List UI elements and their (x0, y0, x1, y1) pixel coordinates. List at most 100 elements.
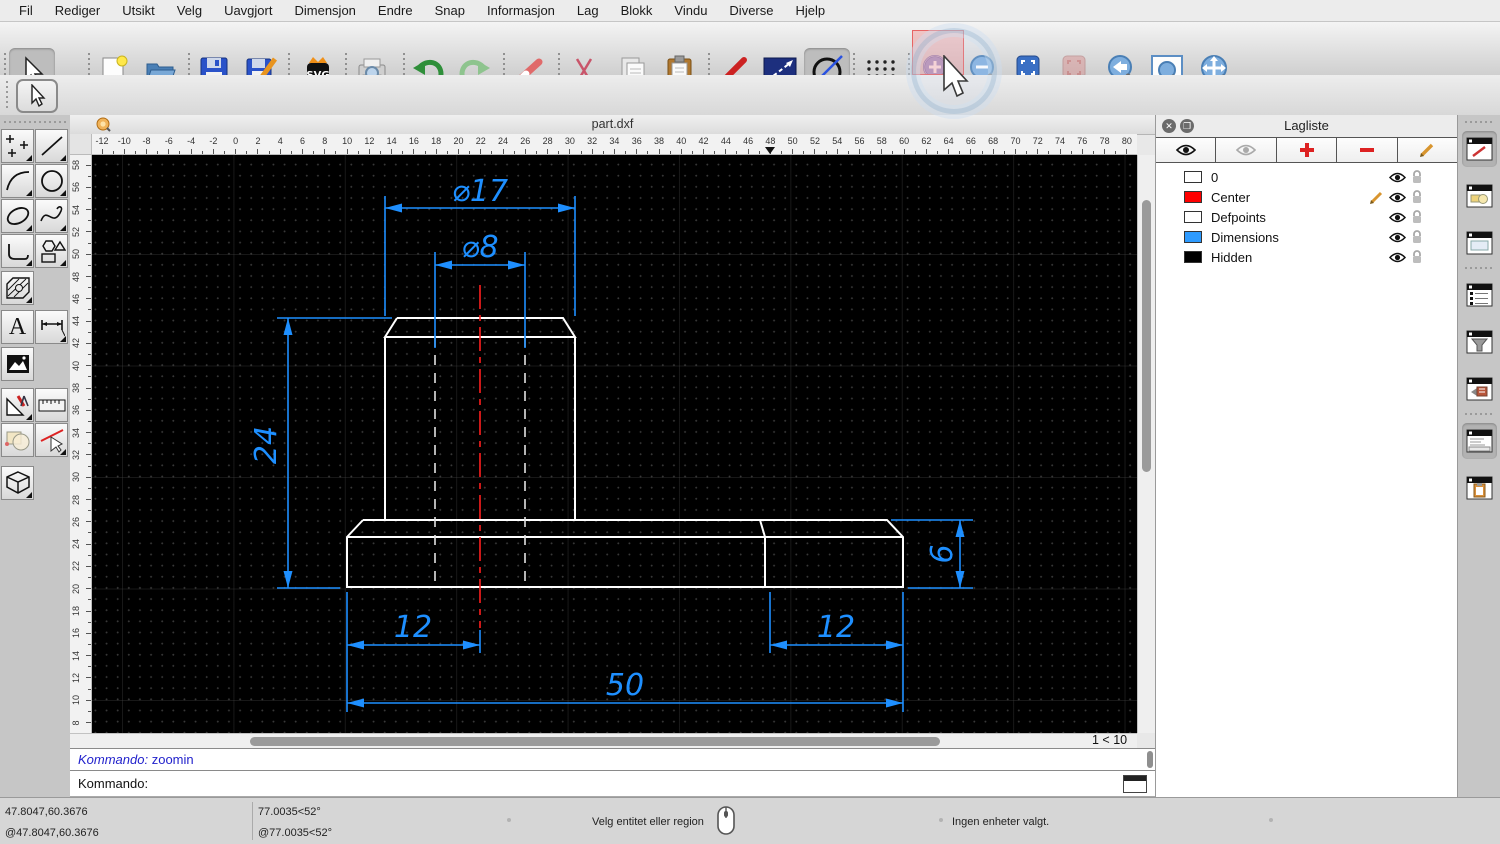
edge-select-button[interactable] (35, 423, 68, 457)
layer-color-swatch[interactable] (1184, 191, 1202, 203)
hide-all-layers-button[interactable] (1216, 138, 1276, 162)
ruler-label: 20 (71, 579, 81, 599)
ruler-tick (948, 149, 949, 154)
filter-icon (1466, 330, 1493, 355)
property-editor-panel-button[interactable] (1462, 131, 1497, 167)
shapes-tool-button[interactable] (35, 234, 68, 268)
text-tool-button[interactable]: A (1, 310, 34, 344)
clipboard-panel-button[interactable] (1462, 470, 1497, 506)
show-all-layers-button[interactable] (1156, 138, 1216, 162)
layer-row-dimensions[interactable]: Dimensions (1156, 227, 1457, 247)
layer-visibility-icon[interactable] (1389, 252, 1406, 263)
line-tool-button[interactable] (35, 129, 68, 163)
ruler-tick (759, 151, 760, 154)
layer-color-swatch[interactable] (1184, 171, 1202, 183)
float-panel-icon[interactable]: ❐ (1180, 119, 1194, 133)
layer-visibility-icon[interactable] (1389, 212, 1406, 223)
image-tool-button[interactable] (1, 347, 34, 381)
menu-item-hjelp[interactable]: Hjelp (785, 3, 837, 18)
measure-tool-button[interactable] (35, 388, 68, 422)
menu-item-informasjon[interactable]: Informasjon (476, 3, 566, 18)
ruler-tick (447, 151, 448, 154)
status-bar: 47.8047,60.3676 @47.8047,60.3676 77.0035… (0, 797, 1500, 844)
menu-item-blokk[interactable]: Blokk (610, 3, 664, 18)
ellipse-tool-button[interactable] (1, 199, 34, 233)
ruler-label: 26 (515, 136, 535, 146)
document-titlebar[interactable]: part.dxf (70, 115, 1155, 135)
layer-lock-icon[interactable] (1411, 230, 1423, 244)
cad-select-button[interactable] (16, 79, 58, 113)
library-browser-panel-button[interactable] (1462, 371, 1497, 407)
selection-filter-panel-button[interactable] (1462, 324, 1497, 360)
layer-color-swatch[interactable] (1184, 251, 1202, 263)
layer-color-swatch[interactable] (1184, 211, 1202, 223)
ruler-tick (614, 149, 615, 154)
layer-row-0[interactable]: 0 (1156, 167, 1457, 187)
menu-item-velg[interactable]: Velg (166, 3, 213, 18)
add-layer-button[interactable] (1277, 138, 1337, 162)
hatch-tool-button[interactable] (1, 271, 34, 305)
menu-item-diverse[interactable]: Diverse (718, 3, 784, 18)
dimension-tool-button[interactable] (35, 310, 68, 344)
spline-tool-button[interactable] (35, 199, 68, 233)
menu-item-uavgjort[interactable]: Uavgjort (213, 3, 283, 18)
ruler-label: 2 (248, 136, 268, 146)
layer-lock-icon[interactable] (1411, 210, 1423, 224)
detach-console-icon[interactable] (1123, 775, 1147, 793)
ruler-label: 66 (961, 136, 981, 146)
ruler-label: 68 (983, 136, 1003, 146)
command-input-line[interactable]: Kommando: (70, 771, 1155, 797)
absolute-coordinate: 47.8047,60.3676 (5, 806, 88, 818)
ruler-icon (38, 397, 66, 413)
menu-item-snap[interactable]: Snap (424, 3, 476, 18)
polyline-tool-button[interactable] (1, 234, 34, 268)
point-tool-button[interactable] (1, 129, 34, 163)
close-panel-icon[interactable]: ✕ (1162, 119, 1176, 133)
ruler-tick (391, 149, 392, 154)
ruler-tick (514, 151, 515, 154)
layer-name: Center (1211, 190, 1369, 205)
ruler-label: 36 (627, 136, 647, 146)
ruler-label: 34 (604, 136, 624, 146)
remove-layer-button[interactable] (1337, 138, 1397, 162)
ruler-tick (1004, 151, 1005, 154)
layer-row-hidden[interactable]: Hidden (1156, 247, 1457, 267)
ruler-tick (102, 149, 103, 154)
circle-draw-button[interactable] (35, 164, 68, 198)
layer-visibility-icon[interactable] (1389, 172, 1406, 183)
vertical-scrollbar[interactable] (1137, 155, 1155, 733)
command-line-panel-button[interactable] (1462, 423, 1497, 459)
horizontal-scrollbar-thumb[interactable] (250, 737, 940, 746)
ruler-label: -4 (181, 136, 201, 146)
layer-visibility-icon[interactable] (1389, 232, 1406, 243)
modify-tool-button[interactable] (1, 423, 34, 457)
block-list-panel-button[interactable] (1462, 178, 1497, 214)
horizontal-ruler: -12-10-8-6-4-202468101214161820222426283… (92, 134, 1137, 155)
view-list-panel-button[interactable] (1462, 225, 1497, 261)
layer-visibility-icon[interactable] (1389, 192, 1406, 203)
layer-list-panel-button[interactable] (1462, 277, 1497, 313)
menu-item-vindu[interactable]: Vindu (663, 3, 718, 18)
menu-item-utsikt[interactable]: Utsikt (111, 3, 166, 18)
layer-row-center[interactable]: Center (1156, 187, 1457, 207)
vertical-scrollbar-thumb[interactable] (1142, 200, 1151, 472)
layer-lock-icon[interactable] (1411, 250, 1423, 264)
solid-tool-button[interactable] (1, 466, 34, 500)
menu-item-rediger[interactable]: Rediger (44, 3, 112, 18)
history-scrollbar-thumb[interactable] (1147, 751, 1153, 768)
arc-tool-button[interactable] (1, 164, 34, 198)
layer-lock-icon[interactable] (1411, 190, 1423, 204)
ruler-tick (86, 633, 91, 634)
menu-item-fil[interactable]: Fil (8, 3, 44, 18)
drawing-canvas[interactable]: ⌀17 ⌀8 24 12 12 50 6 (92, 155, 1137, 733)
edit-layer-button[interactable] (1398, 138, 1457, 162)
layer-color-swatch[interactable] (1184, 231, 1202, 243)
menu-item-endre[interactable]: Endre (367, 3, 424, 18)
layer-name: Hidden (1211, 250, 1389, 265)
layer-row-defpoints[interactable]: Defpoints (1156, 207, 1457, 227)
draw-settings-button[interactable] (1, 388, 34, 422)
layer-lock-icon[interactable] (1411, 170, 1423, 184)
horizontal-scrollbar[interactable] (70, 733, 1137, 748)
menu-item-lag[interactable]: Lag (566, 3, 610, 18)
menu-item-dimensjon[interactable]: Dimensjon (283, 3, 366, 18)
